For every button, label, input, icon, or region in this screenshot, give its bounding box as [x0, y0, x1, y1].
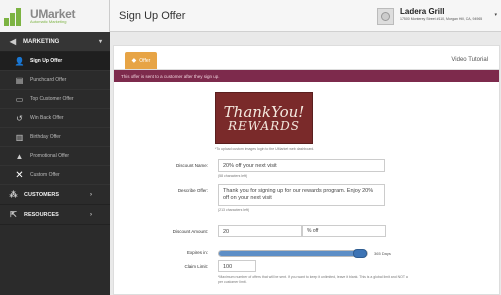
- describe-offer-textarea[interactable]: Thank you for signing up for our rewards…: [218, 184, 385, 206]
- discount-amount-label: Discount Amount:: [172, 229, 208, 234]
- sidebar-item-punchcard-offer[interactable]: ▤ Punchcard Offer: [0, 71, 110, 90]
- sidebar-item-win-back-offer[interactable]: ↺ Win Back Offer: [0, 109, 110, 128]
- discount-amount-input[interactable]: 20: [218, 225, 302, 237]
- sidebar-section-resources[interactable]: ⇱ RESOURCES ›: [0, 205, 110, 225]
- cake-icon: ▥: [15, 132, 24, 142]
- sidebar-section-label: MARKETING: [23, 38, 60, 45]
- sidebar-item-label: Sign Up Offer: [30, 58, 63, 64]
- sidebar-item-custom-offer[interactable]: ✕ Custom Offer: [0, 166, 110, 185]
- sidebar-item-top-customer-offer[interactable]: ▭ Top Customer Offer: [0, 90, 110, 109]
- sidebar-item-birthday-offer[interactable]: ▥ Birthday Offer: [0, 128, 110, 147]
- claim-limit-input[interactable]: 100: [218, 260, 256, 272]
- sidebar-section-customers[interactable]: ⁂ CUSTOMERS ›: [0, 185, 110, 205]
- sidebar-item-label: Top Customer Offer: [30, 96, 74, 102]
- store-address: 17500 Monterey Street #110, Morgan Hill,…: [400, 17, 483, 21]
- sidebar-section-marketing[interactable]: ◀ MARKETING ▾: [0, 32, 110, 52]
- reward-image-line2: REWARDS: [227, 118, 301, 133]
- page-title: Sign Up Offer: [119, 9, 186, 22]
- image-upload-note: *To upload custom images login to the UM…: [215, 147, 315, 151]
- sidebar-item-label: Promotional Offer: [30, 153, 70, 159]
- sidebar-item-promotional-offer[interactable]: ▲ Promotional Offer: [0, 147, 110, 166]
- user-add-icon: 👤: [14, 56, 25, 66]
- sidebar-item-label: Custom Offer: [30, 172, 60, 178]
- store-selector[interactable]: Ladera Grill 17500 Monterey Street #110,…: [400, 8, 482, 22]
- discount-name-label: Discount Name:: [175, 163, 208, 168]
- store-name: Ladera Grill: [400, 7, 445, 16]
- expires-slider-handle[interactable]: [353, 249, 367, 258]
- signpost-icon: ⇱: [10, 210, 17, 219]
- discount-name-input[interactable]: 20% off your next visit: [218, 159, 385, 172]
- tab-offer[interactable]: ◆ Offer: [125, 52, 157, 69]
- sidebar-section-label: CUSTOMERS: [24, 191, 60, 198]
- describe-offer-label: Describe Offer:: [177, 188, 208, 193]
- chevron-right-icon: ›: [90, 191, 92, 198]
- sidebar-item-label: Punchcard Offer: [30, 77, 67, 83]
- logo-bars-icon: [4, 6, 26, 26]
- sidebar-item-label: Win Back Offer: [30, 115, 64, 121]
- tab-bar: ◆ Offer: [114, 46, 499, 70]
- tools-icon: ✕: [15, 169, 24, 181]
- top-header: Sign Up Offer Ladera Grill 17500 Montere…: [110, 0, 501, 32]
- offer-card: ◆ Offer Video Tutorial This offer is sen…: [113, 45, 500, 295]
- sidebar: UMarket Automatic Marketing ◀ MARKETING …: [0, 0, 110, 295]
- main-content: ◆ Offer Video Tutorial This offer is sen…: [110, 32, 501, 295]
- describe-offer-hint: (213 characters left): [218, 208, 250, 212]
- video-tutorial-link[interactable]: Video Tutorial: [451, 57, 488, 63]
- chevron-right-icon: ›: [90, 211, 92, 218]
- caret-down-icon[interactable]: ▾: [494, 12, 497, 18]
- expires-value: 365 Days: [374, 251, 391, 256]
- info-banner: This offer is sent to a customer after t…: [114, 70, 499, 82]
- sidebar-item-label: Birthday Offer: [30, 134, 61, 140]
- punchcard-icon: ▤: [15, 75, 24, 85]
- sidebar-item-sign-up-offer[interactable]: 👤 Sign Up Offer: [0, 52, 110, 71]
- megaphone-icon: ▲: [15, 151, 24, 161]
- tag-icon: ◆: [131, 58, 137, 64]
- sidebar-section-label: RESOURCES: [24, 211, 59, 218]
- megaphone-icon: ◀: [9, 37, 17, 46]
- app-logo[interactable]: UMarket Automatic Marketing: [0, 0, 110, 32]
- trophy-icon: ▭: [15, 94, 24, 104]
- tab-offer-label: Offer: [139, 57, 151, 64]
- customers-icon: ⁂: [9, 190, 18, 199]
- store-logo: [377, 8, 394, 25]
- winback-icon: ↺: [16, 113, 23, 123]
- expires-slider-fill: [219, 251, 360, 256]
- reward-image-line1: ThankYou!: [223, 102, 305, 121]
- reward-image: ThankYou! REWARDS: [215, 92, 313, 144]
- claim-limit-label: Claim Limit:: [184, 264, 208, 269]
- expires-slider[interactable]: [218, 249, 368, 258]
- discount-amount-suffix: % off: [302, 225, 386, 237]
- claim-limit-hint: *Maximum number of offers that will be s…: [218, 275, 408, 284]
- chevron-down-icon: ▾: [98, 39, 102, 45]
- expires-in-label: Expires in:: [186, 250, 208, 255]
- discount-name-hint: (58 characters left): [218, 174, 248, 178]
